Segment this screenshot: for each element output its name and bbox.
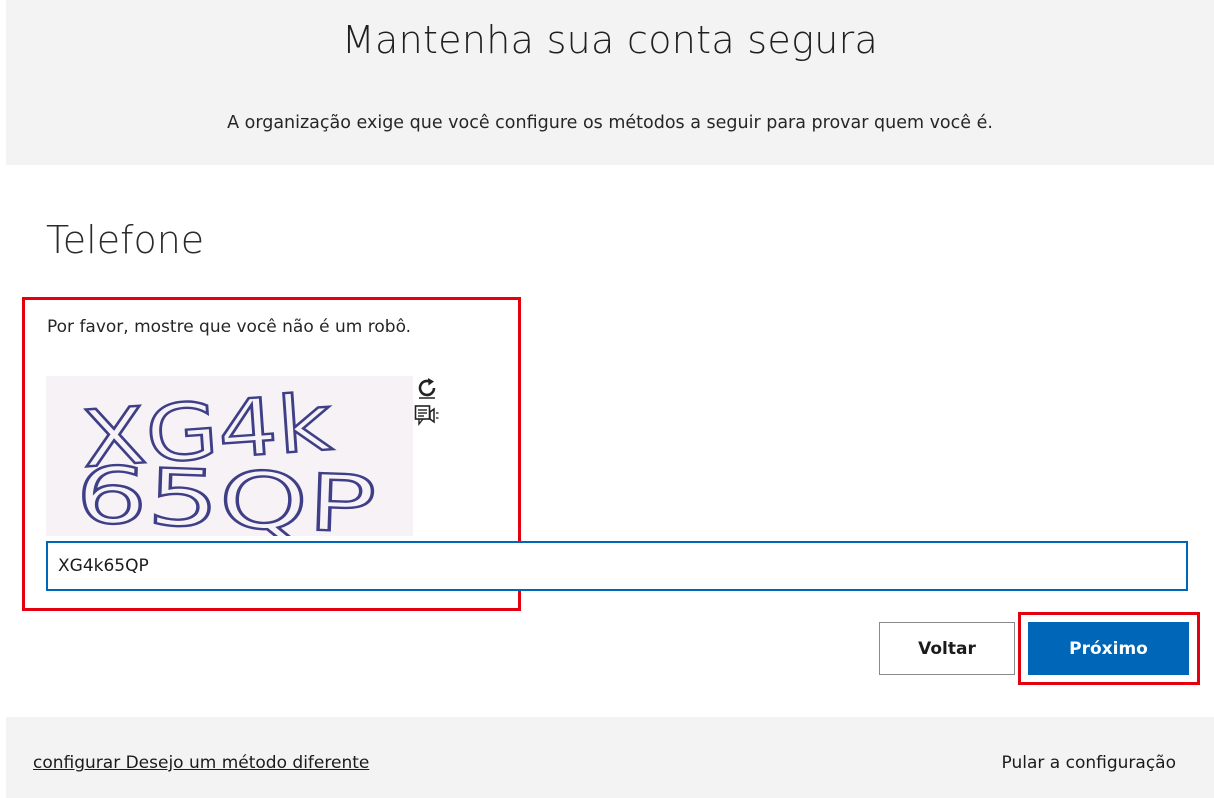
footer: configurar Desejo um método diferente Pu… [6,717,1214,798]
section-title: Telefone [46,218,205,262]
refresh-icon[interactable] [415,376,439,400]
audio-captcha-icon[interactable] [414,404,440,428]
different-method-link[interactable]: configurar Desejo um método diferente [33,753,369,773]
captcha-prompt: Por favor, mostre que você não é um robô… [47,317,412,337]
page: Mantenha sua conta segura A organização … [0,0,1214,798]
captcha-line2: 65QP [74,450,377,536]
header: Mantenha sua conta segura A organização … [6,0,1214,165]
back-button[interactable]: Voltar [879,622,1015,675]
skip-setup-link[interactable]: Pular a configuração [1002,753,1176,773]
next-button[interactable]: Próximo [1028,622,1189,675]
page-title: Mantenha sua conta segura [341,18,879,62]
page-subtitle: A organização exige que você configure o… [227,113,993,133]
captcha-distorted-text: XG4k 65QP [73,377,378,552]
captcha-image: XG4k 65QP [46,376,413,552]
captcha-input[interactable] [46,541,1188,591]
